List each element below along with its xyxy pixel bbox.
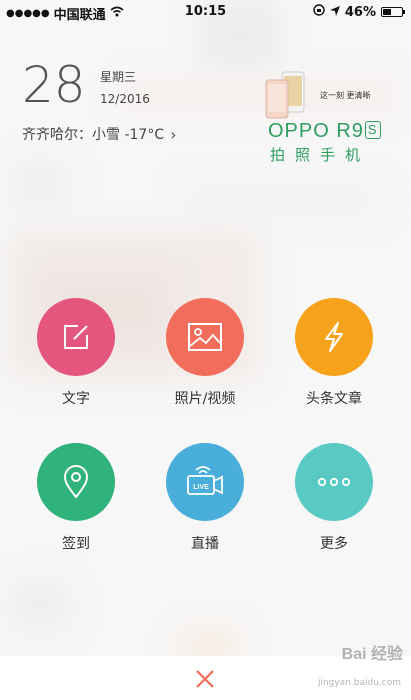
close-icon — [196, 670, 214, 688]
action-check-in[interactable]: 签到 — [21, 443, 131, 553]
month-year-label: 12/2016 — [100, 92, 150, 106]
chevron-right-icon: › — [170, 124, 177, 144]
action-more-label: 更多 — [320, 536, 348, 552]
location-pin-icon — [63, 465, 89, 499]
location-arrow-icon — [329, 5, 340, 20]
ad-brand-suffix: S — [364, 121, 381, 139]
action-live-label: 直播 — [191, 536, 219, 552]
action-live[interactable]: LIVE 直播 — [150, 443, 260, 553]
action-photo-video-circle — [166, 298, 244, 376]
ad-brand-text: OPPO R9 — [268, 120, 364, 142]
weather-link[interactable]: 齐齐哈尔：小雪 -17°C › — [22, 124, 177, 144]
weather-text: 齐齐哈尔：小雪 -17°C — [22, 127, 165, 143]
battery-percent: 46% — [344, 4, 376, 20]
rotation-lock-icon — [313, 4, 325, 20]
oppo-ad-banner[interactable]: 这一刻 更清晰 OPPO R9 S 拍照手机 — [258, 66, 388, 164]
action-photo-video-label: 照片/视频 — [174, 391, 236, 407]
ad-slogan: 拍照手机 — [270, 146, 371, 164]
image-icon — [188, 323, 222, 351]
more-dots-icon — [317, 477, 351, 487]
weekday-label: 星期三 — [100, 70, 137, 84]
svg-text:LIVE: LIVE — [193, 484, 209, 491]
live-camera-icon: LIVE — [187, 466, 223, 495]
action-photo-video[interactable]: 照片/视频 — [150, 298, 260, 408]
action-live-circle: LIVE — [166, 443, 244, 521]
battery-level-fill — [383, 9, 391, 15]
action-more[interactable]: 更多 — [279, 443, 389, 553]
baidu-watermark: Bai 经验 — [341, 646, 403, 663]
action-headline-article-circle — [295, 298, 373, 376]
action-headline-article-label: 头条文章 — [306, 391, 362, 407]
status-bar: ●●●●● 中国联通 10:15 46% — [0, 0, 411, 23]
day-number: 28 — [22, 56, 86, 114]
action-headline-article[interactable]: 头条文章 — [279, 298, 389, 408]
action-text[interactable]: 文字 — [21, 298, 131, 408]
lightning-icon — [325, 322, 343, 352]
action-text-circle — [37, 298, 115, 376]
baidu-watermark-url: jingyan.baidu.com — [317, 678, 401, 688]
action-more-circle — [295, 443, 373, 521]
battery-icon — [381, 7, 405, 17]
close-button[interactable] — [190, 664, 220, 694]
action-check-in-label: 签到 — [62, 536, 90, 552]
action-check-in-circle — [37, 443, 115, 521]
edit-icon — [64, 325, 88, 349]
phone-image — [265, 71, 305, 119]
ad-tagline: 这一刻 更清晰 — [320, 91, 371, 100]
action-text-label: 文字 — [62, 391, 90, 407]
ad-brand: OPPO R9 S — [268, 120, 381, 143]
